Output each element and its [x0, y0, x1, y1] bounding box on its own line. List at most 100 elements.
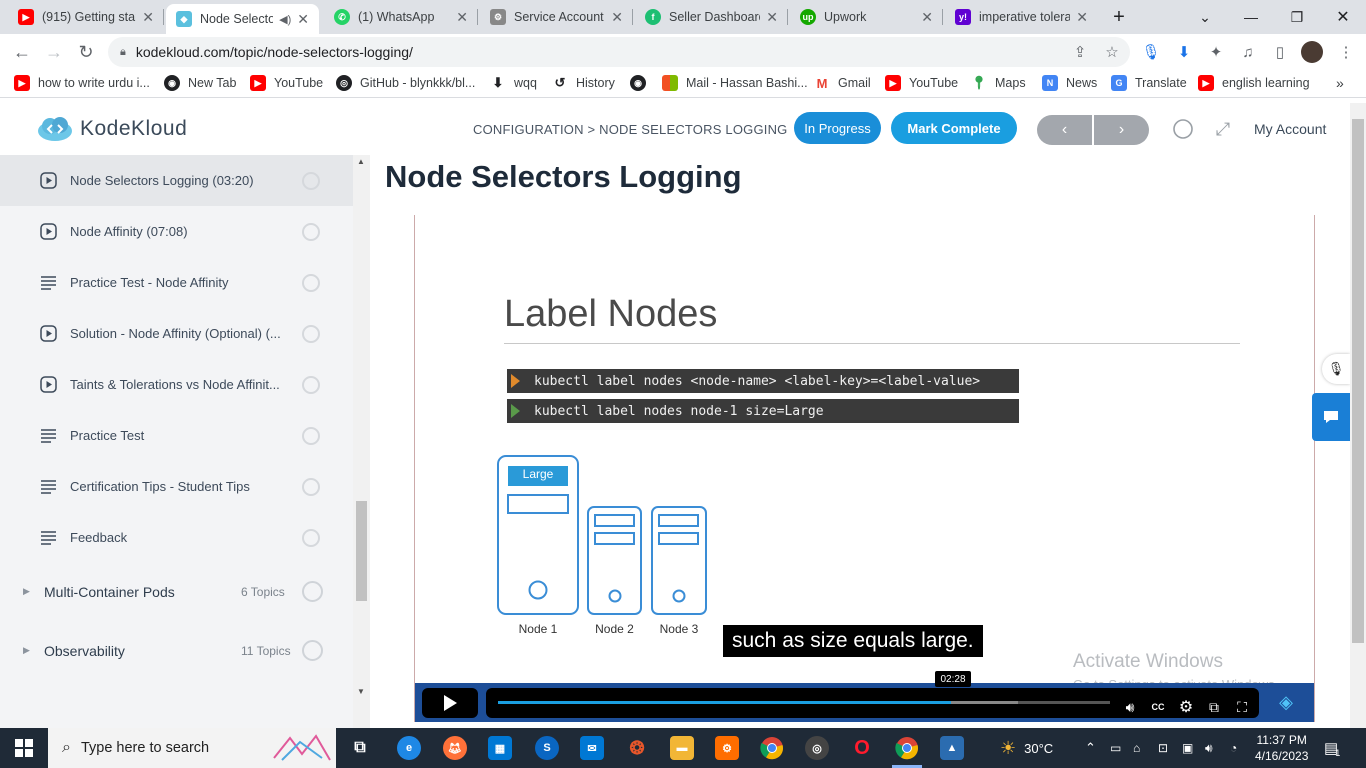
- bookmark-star-icon[interactable]: ☆: [1098, 38, 1126, 66]
- voice-input-icon[interactable]: 🎙︎: [1322, 354, 1350, 384]
- reload-icon[interactable]: ↻: [72, 38, 100, 66]
- task-view-icon[interactable]: ⧉: [348, 736, 372, 760]
- bookmark-item[interactable]: ◉: [630, 75, 654, 91]
- progress-track[interactable]: [498, 701, 1110, 704]
- bookmark-item[interactable]: ↺ History: [552, 75, 615, 91]
- speaker-icon[interactable]: ◀): [279, 13, 291, 26]
- edge-icon[interactable]: e: [397, 736, 421, 760]
- app-disc-icon[interactable]: ◎: [805, 736, 829, 760]
- close-tab-icon[interactable]: ✕: [142, 9, 154, 26]
- play-button[interactable]: [422, 688, 478, 718]
- tab-yahoo[interactable]: y! imperative tolera ✕: [945, 0, 1098, 34]
- scroll-up-icon[interactable]: ▲: [357, 157, 365, 166]
- photos-icon[interactable]: ▲: [940, 736, 964, 760]
- bookmark-item[interactable]: 📍︎ Maps: [971, 75, 1026, 91]
- section-observability[interactable]: ▶ Observability 11 Topics: [0, 621, 353, 680]
- chat-button[interactable]: [1312, 393, 1350, 441]
- tab-search-icon[interactable]: ⌄: [1182, 0, 1228, 34]
- forward-icon[interactable]: →: [40, 38, 68, 66]
- new-tab-button[interactable]: +: [1096, 0, 1142, 34]
- weather-widget[interactable]: ☀ 30°C: [1000, 728, 1053, 768]
- bookmark-item[interactable]: ▶ YouTube: [885, 75, 958, 91]
- sidebar-lesson-item[interactable]: Node Selectors Logging (03:20): [0, 155, 353, 206]
- media-control-icon[interactable]: ♫: [1234, 38, 1262, 66]
- sidebar-lesson-item[interactable]: Practice Test: [0, 410, 353, 461]
- bookmark-item[interactable]: ▶ YouTube: [250, 75, 323, 91]
- tab-service-account[interactable]: ⚙ Service Account ✕: [480, 0, 633, 34]
- back-icon[interactable]: ←: [8, 38, 36, 66]
- scroll-down-icon[interactable]: ▼: [357, 687, 365, 696]
- fullscreen-video-icon[interactable]: ⛶: [1231, 696, 1253, 718]
- volume-icon[interactable]: 🔊︎: [1119, 696, 1141, 718]
- close-tab-icon[interactable]: ✕: [456, 9, 468, 26]
- file-explorer-icon[interactable]: ▬: [670, 736, 694, 760]
- search-highlight-icon[interactable]: [272, 734, 332, 762]
- tray-app-icon[interactable]: ⊡: [1158, 728, 1168, 768]
- download-extension-icon[interactable]: ⬇: [1170, 38, 1198, 66]
- close-tab-icon[interactable]: ✕: [1076, 9, 1088, 26]
- close-tab-icon[interactable]: ✕: [766, 9, 778, 26]
- scrollbar-thumb[interactable]: [356, 501, 367, 601]
- bookmark-item[interactable]: ▶ english learning: [1198, 75, 1310, 91]
- wifi-icon[interactable]: ◔: [1230, 728, 1237, 768]
- captions-icon[interactable]: CC: [1147, 696, 1169, 718]
- close-window-button[interactable]: ✕: [1320, 0, 1366, 34]
- next-lesson-button[interactable]: ›: [1094, 115, 1149, 145]
- extensions-icon[interactable]: ✦: [1202, 38, 1230, 66]
- firefox-icon[interactable]: 🦊︎: [443, 736, 467, 760]
- more-bookmarks-icon[interactable]: »: [1336, 75, 1344, 91]
- section-multi-container-pods[interactable]: ▶ Multi-Container Pods 6 Topics: [0, 562, 353, 621]
- expand-triangle-icon[interactable]: ▶: [23, 645, 30, 656]
- start-button[interactable]: [0, 728, 48, 768]
- skype-icon[interactable]: S: [535, 736, 559, 760]
- close-tab-icon[interactable]: ✕: [921, 9, 933, 26]
- video-player[interactable]: Label Nodes kubectl label nodes <node-na…: [414, 215, 1315, 722]
- tray-battery-icon[interactable]: ▭: [1110, 728, 1121, 768]
- tab-seller-dashboard[interactable]: f Seller Dashboard ✕: [635, 0, 788, 34]
- chrome-active-icon[interactable]: [895, 736, 919, 760]
- sidebar-scrollbar[interactable]: ▲ ▼: [353, 155, 370, 728]
- page-scrollbar[interactable]: [1350, 103, 1366, 728]
- tab-kodekloud[interactable]: ◆ Node Selecto ◀) ✕: [166, 4, 319, 34]
- picture-in-picture-icon[interactable]: ⧉: [1203, 696, 1225, 718]
- close-tab-icon[interactable]: ✕: [297, 11, 309, 28]
- chrome-icon[interactable]: [760, 736, 784, 760]
- bookmark-item[interactable]: Mail - Hassan Bashi...: [662, 75, 808, 91]
- bookmark-item[interactable]: ▶ how to write urdu i...: [14, 75, 150, 91]
- settings-app-icon[interactable]: ⚙: [715, 736, 739, 760]
- sidebar-lesson-item[interactable]: Certification Tips - Student Tips: [0, 461, 353, 512]
- bookmark-item[interactable]: ◉ New Tab: [164, 75, 236, 91]
- close-tab-icon[interactable]: ✕: [611, 9, 623, 26]
- notification-center-icon[interactable]: ▤ 1: [1324, 728, 1340, 768]
- tab-whatsapp[interactable]: ✆ (1) WhatsApp ✕: [324, 0, 478, 34]
- previous-lesson-button[interactable]: ‹: [1037, 115, 1092, 145]
- side-panel-icon[interactable]: ▯: [1266, 38, 1294, 66]
- scrollbar-thumb[interactable]: [1352, 119, 1364, 643]
- opera-icon[interactable]: O: [850, 736, 874, 760]
- address-bar[interactable]: 🔒︎ kodekloud.com/topic/node-selectors-lo…: [108, 37, 1130, 67]
- sidebar-lesson-item[interactable]: Practice Test - Node Affinity: [0, 257, 353, 308]
- mark-complete-button[interactable]: Mark Complete: [891, 112, 1017, 144]
- bookmark-item[interactable]: N News: [1042, 75, 1097, 91]
- tab-upwork[interactable]: up Upwork ✕: [790, 0, 943, 34]
- dark-mode-icon[interactable]: [1171, 117, 1195, 141]
- settings-icon[interactable]: ⚙: [1175, 696, 1197, 718]
- video-progress-bar[interactable]: 🔊︎ CC ⚙ ⧉ ⛶: [486, 688, 1259, 718]
- store-icon[interactable]: ▦: [488, 736, 512, 760]
- bookmark-item[interactable]: M Gmail: [814, 75, 871, 91]
- tray-chevron-icon[interactable]: ⌃: [1085, 728, 1096, 768]
- bookmark-item[interactable]: ⬇ wqq: [490, 75, 537, 91]
- sidebar-lesson-item[interactable]: Feedback: [0, 512, 353, 563]
- minimize-button[interactable]: —: [1228, 0, 1274, 34]
- system-clock[interactable]: 11:37 PM 4/16/2023: [1255, 732, 1308, 764]
- bookmark-item[interactable]: ◎ GitHub - blynkkk/bl...: [336, 75, 475, 91]
- sidebar-lesson-item[interactable]: Taints & Tolerations vs Node Affinit...: [0, 359, 353, 410]
- bookmark-item[interactable]: G Translate: [1111, 75, 1187, 91]
- restore-button[interactable]: ❐: [1274, 0, 1320, 34]
- tab-youtube[interactable]: ▶ (915) Getting star ✕: [8, 0, 164, 34]
- menu-icon[interactable]: ⋮: [1332, 38, 1360, 66]
- tray-display-icon[interactable]: ▣: [1182, 728, 1193, 768]
- sidebar-lesson-item[interactable]: Solution - Node Affinity (Optional) (...: [0, 308, 353, 359]
- app-swirl-icon[interactable]: ❂: [625, 736, 649, 760]
- my-account-link[interactable]: My Account: [1254, 121, 1326, 137]
